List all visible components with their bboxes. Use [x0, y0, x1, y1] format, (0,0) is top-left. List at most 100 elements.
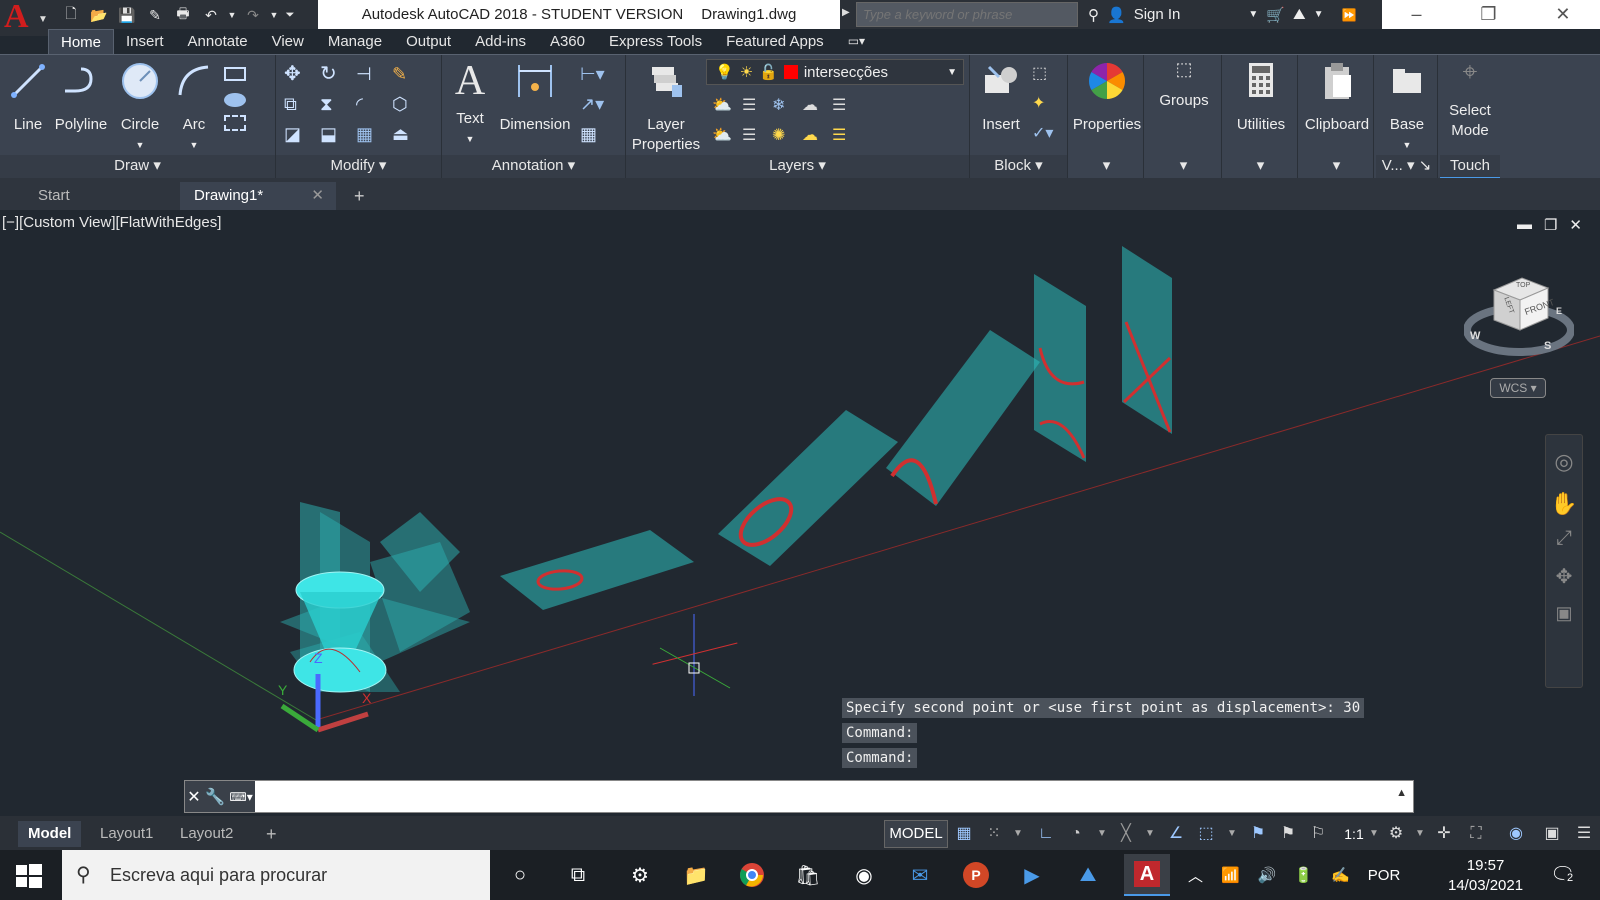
sun-icon[interactable]: ☀ — [740, 63, 753, 81]
taskbar-search-box[interactable]: ⚲ Escreva aqui para procurar — [62, 850, 490, 900]
layer-freeze-icon[interactable]: ❄ — [772, 95, 794, 117]
block-panel-title[interactable]: Block ▾ — [970, 155, 1067, 179]
rotate-icon[interactable]: ↻ — [320, 63, 342, 85]
viewport-controls-label[interactable]: [−][Custom View][FlatWithEdges] — [2, 214, 221, 231]
viewport-close-icon[interactable]: ✕ — [1569, 216, 1582, 234]
layer-make-current-icon[interactable]: ☰ — [742, 125, 764, 147]
showmotion-icon[interactable]: ▣ — [1546, 603, 1582, 624]
utilities-button[interactable]: Utilities — [1226, 61, 1296, 135]
notifications-button[interactable]: 🗨 2 — [1550, 862, 1577, 887]
layers-panel-title[interactable]: Layers ▾ — [626, 155, 969, 179]
a360-icon[interactable]: ⛰ — [1293, 6, 1306, 23]
video-editor-icon[interactable]: ▶ — [1016, 860, 1048, 890]
unlock-icon[interactable]: 🔓 — [759, 63, 778, 81]
command-input[interactable] — [259, 783, 1379, 810]
chrome-icon[interactable] — [736, 860, 768, 890]
redo-dropdown-icon[interactable]: ▼ — [268, 4, 280, 26]
tab-layout1[interactable]: Layout1 — [90, 821, 163, 847]
application-menu-button[interactable]: A ▼ — [0, 0, 48, 36]
modify-panel-title[interactable]: Modify ▾ — [276, 155, 441, 179]
offset-icon[interactable]: ⏏ — [392, 123, 414, 145]
zoom-extents-icon[interactable]: ⤢ — [1546, 527, 1582, 550]
sign-in-button[interactable]: Sign In — [1134, 6, 1181, 23]
plot-icon[interactable]: 🖶 — [170, 4, 196, 26]
tab-model[interactable]: Model — [18, 821, 82, 847]
compass-e[interactable]: E — [1556, 306, 1562, 316]
clipboard-dropdown-icon[interactable]: ▾ — [1300, 155, 1373, 179]
select-mode-button[interactable]: ⌖ Select Mode — [1440, 58, 1500, 141]
arc-dropdown-icon[interactable]: ▼ — [172, 135, 216, 155]
layer-dropdown-arrow[interactable]: ▼ — [947, 67, 957, 78]
undo-icon[interactable]: ↶ — [198, 4, 224, 26]
ribbon-minimize-icon[interactable]: ▭▾ — [836, 29, 877, 54]
text-dropdown-icon[interactable]: ▼ — [448, 129, 492, 149]
annotation-panel-title[interactable]: Annotation ▾ — [442, 155, 625, 179]
clock[interactable]: 19:57 14/03/2021 — [1448, 856, 1523, 896]
redo-icon[interactable]: ↷ — [240, 4, 266, 26]
tray-chevron-icon[interactable]: ︿ — [1188, 865, 1203, 886]
table-icon[interactable]: ▦ — [580, 123, 602, 145]
draw-panel-title[interactable]: Draw ▾ — [0, 155, 275, 179]
drawing-viewport[interactable]: X Y Z [−][Custom View][FlatWithEdges] ▬ … — [0, 212, 1600, 816]
windows-start-icon[interactable] — [14, 862, 44, 890]
restore-icon[interactable]: ❐ — [1480, 4, 1496, 25]
new-file-icon[interactable]: 🗋 — [58, 4, 84, 26]
leader-icon[interactable]: ↗▾ — [580, 93, 604, 115]
annotation-scale-icon[interactable]: ⚐ — [1306, 822, 1330, 846]
layer-match-icon[interactable]: ☰ — [742, 95, 764, 117]
tab-manage[interactable]: Manage — [316, 29, 394, 54]
arc-button[interactable]: Arc ▼ — [172, 61, 216, 155]
search-expand-icon[interactable]: ▶ — [842, 7, 852, 18]
tab-add-ins[interactable]: Add-ins — [463, 29, 538, 54]
battery-icon[interactable]: 🔋 — [1294, 866, 1313, 884]
ortho-icon[interactable]: ∟ — [1034, 822, 1058, 846]
polar-icon[interactable]: ◔ — [1064, 822, 1088, 846]
groups-dropdown-icon[interactable]: ▾ — [1146, 155, 1221, 179]
isolate-objects-icon[interactable]: ⛶ — [1464, 822, 1488, 846]
viewport-minimize-icon[interactable]: ▬ — [1517, 216, 1532, 234]
autocad-taskbar-icon[interactable]: A — [1124, 854, 1170, 896]
layer-unlock-icon[interactable]: ☰ — [832, 125, 854, 147]
language-indicator[interactable]: POR — [1368, 867, 1401, 884]
text-button[interactable]: A Text ▼ — [448, 60, 492, 149]
properties-dropdown-icon[interactable]: ▾ — [1070, 155, 1143, 179]
orbit-icon[interactable]: ✥ — [1546, 564, 1582, 589]
customization-menu-icon[interactable]: ☰ — [1572, 822, 1596, 846]
clipboard-button[interactable]: Clipboard — [1302, 61, 1372, 135]
tab-insert[interactable]: Insert — [114, 29, 176, 54]
layer-isolate-icon[interactable]: ⛅ — [712, 95, 734, 117]
rectangle-icon[interactable] — [224, 67, 246, 81]
cortana-icon[interactable]: ○ — [504, 860, 536, 890]
insert-button[interactable]: Insert — [976, 61, 1026, 135]
trim-icon[interactable]: ⊣ — [356, 63, 378, 85]
properties-button[interactable]: Properties — [1072, 61, 1142, 135]
layer-lock-icon[interactable]: ☰ — [832, 95, 854, 117]
binoculars-icon[interactable]: ⚲ — [1088, 6, 1099, 24]
workspace-gear-icon[interactable]: ⚙ — [1384, 822, 1408, 846]
erase-icon[interactable]: ✎ — [392, 63, 414, 85]
close-icon[interactable]: ✕ — [1555, 4, 1570, 25]
new-tab-button[interactable]: + — [340, 182, 379, 210]
edit-attributes-icon[interactable]: ✓▾ — [1032, 123, 1054, 145]
tab-a360[interactable]: A360 — [538, 29, 597, 54]
snap-dropdown-icon[interactable]: ▼ — [1006, 822, 1030, 846]
annotation-monitor-icon[interactable]: ✛ — [1432, 822, 1456, 846]
powerpoint-icon[interactable]: P — [960, 860, 992, 890]
media-player-icon[interactable]: ◉ — [848, 860, 880, 890]
command-line-close-icon[interactable]: ✕ — [187, 787, 200, 807]
circle-button[interactable]: Circle ▼ — [116, 61, 164, 155]
hatch-icon[interactable] — [224, 93, 246, 107]
stretch-icon[interactable]: ◪ — [284, 123, 306, 145]
object-snap-icon[interactable]: ⬚ — [1194, 822, 1218, 846]
auto-scale-icon[interactable]: ⚑ — [1276, 822, 1300, 846]
cart-icon[interactable]: 🛒 — [1266, 6, 1285, 24]
create-block-icon[interactable]: ⬚ — [1032, 63, 1054, 85]
utilities-dropdown-icon[interactable]: ▾ — [1224, 155, 1297, 179]
mail-icon[interactable]: ✉ — [904, 860, 936, 890]
workspace-dropdown-icon[interactable]: ▼ — [1408, 822, 1432, 846]
customize-qat-icon[interactable]: ⏷ — [282, 4, 298, 26]
expand-icon[interactable]: ⏩ — [1342, 8, 1357, 22]
dimension-button[interactable]: Dimension — [498, 61, 572, 135]
model-space-button[interactable]: MODEL — [884, 820, 948, 848]
sign-in-dropdown-icon[interactable]: ▼ — [1248, 9, 1258, 20]
